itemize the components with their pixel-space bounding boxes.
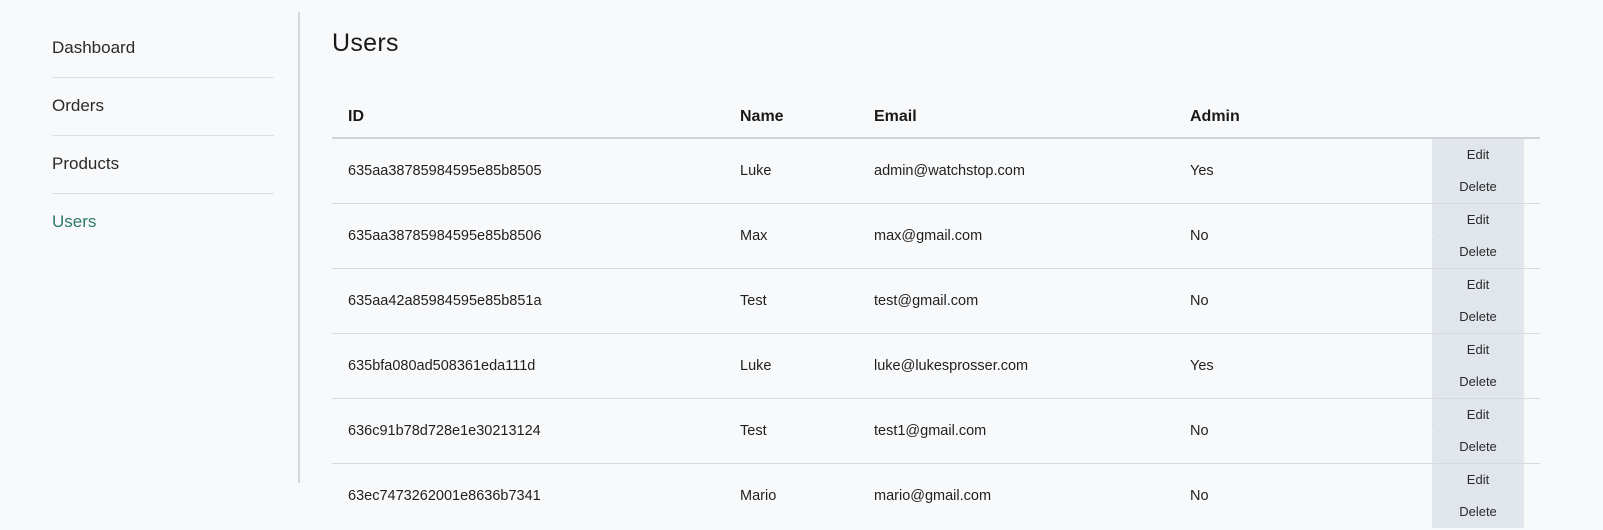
cell-email: test1@gmail.com [858, 398, 1174, 464]
delete-button[interactable]: Delete [1432, 301, 1524, 333]
sidebar-divider [298, 12, 300, 483]
cell-admin: No [1174, 398, 1310, 464]
edit-button[interactable]: Edit [1432, 334, 1524, 366]
table-row: 636c91b78d728e1e30213124 Test test1@gmai… [332, 398, 1540, 464]
delete-button[interactable]: Delete [1432, 366, 1524, 398]
cell-id: 635aa38785984595e85b8506 [332, 203, 724, 269]
cell-name: Test [724, 268, 858, 334]
sidebar-nav: Dashboard Orders Products Users [52, 20, 274, 251]
column-header-name: Name [724, 96, 858, 139]
cell-email: max@gmail.com [858, 203, 1174, 269]
edit-button[interactable]: Edit [1432, 204, 1524, 236]
cell-id: 635aa38785984595e85b8505 [332, 138, 724, 204]
cell-id: 636c91b78d728e1e30213124 [332, 398, 724, 464]
cell-actions: EditDelete [1310, 268, 1540, 334]
users-table: ID Name Email Admin 635aa38785984595e85b… [332, 96, 1540, 528]
column-header-email: Email [858, 96, 1174, 139]
column-header-id: ID [332, 96, 724, 139]
table-row: 635aa42a85984595e85b851a Test test@gmail… [332, 268, 1540, 334]
edit-button[interactable]: Edit [1432, 464, 1524, 496]
cell-id: 635bfa080ad508361eda111d [332, 333, 724, 399]
delete-button[interactable]: Delete [1432, 496, 1524, 528]
cell-actions: EditDelete [1310, 138, 1540, 204]
table-row: 635aa38785984595e85b8505 Luke admin@watc… [332, 138, 1540, 204]
cell-admin: No [1190, 488, 1209, 504]
cell-id: 635aa42a85984595e85b851a [332, 268, 724, 334]
table-row: 635bfa080ad508361eda111d Luke luke@lukes… [332, 333, 1540, 399]
sidebar-item-products[interactable]: Products [52, 136, 274, 194]
cell-name: Mario [740, 488, 777, 504]
table-header-row: ID Name Email Admin [332, 96, 1540, 139]
cell-admin: No [1174, 268, 1310, 334]
cell-actions: EditDelete [1310, 333, 1540, 399]
cell-actions: EditDelete [1310, 398, 1540, 464]
cell-id: 63ec7473262001e8636b7341 [348, 488, 541, 504]
cell-name: Test [724, 398, 858, 464]
sidebar-item-users[interactable]: Users [52, 194, 274, 251]
cell-name: Luke [724, 138, 858, 204]
cell-email: admin@watchstop.com [858, 138, 1174, 204]
delete-button[interactable]: Delete [1432, 431, 1524, 463]
cell-actions: EditDelete [1310, 464, 1540, 528]
sidebar-item-dashboard[interactable]: Dashboard [52, 20, 274, 78]
page-title: Users [332, 29, 399, 57]
cell-admin: Yes [1174, 333, 1310, 399]
cell-name: Max [724, 203, 858, 269]
column-header-admin: Admin [1174, 96, 1310, 139]
sidebar-item-orders[interactable]: Orders [52, 78, 274, 136]
cell-email: mario@gmail.com [874, 488, 992, 504]
cell-email: luke@lukesprosser.com [858, 333, 1174, 399]
cell-email: test@gmail.com [858, 268, 1174, 334]
delete-button[interactable]: Delete [1432, 171, 1524, 203]
cell-name: Luke [724, 333, 858, 399]
edit-button[interactable]: Edit [1432, 139, 1524, 171]
delete-button[interactable]: Delete [1432, 236, 1524, 268]
edit-button[interactable]: Edit [1432, 399, 1524, 431]
table-row: 635aa38785984595e85b8506 Max max@gmail.c… [332, 203, 1540, 269]
cell-admin: No [1174, 203, 1310, 269]
table-row: 63ec7473262001e8636b7341 Mario mario@gma… [332, 464, 1540, 528]
cell-admin: Yes [1174, 138, 1310, 204]
cell-actions: EditDelete [1310, 203, 1540, 269]
edit-button[interactable]: Edit [1432, 269, 1524, 301]
column-header-actions [1310, 96, 1540, 139]
main-content: Users ID Name Email Admin 635aa387859845… [332, 25, 1540, 528]
